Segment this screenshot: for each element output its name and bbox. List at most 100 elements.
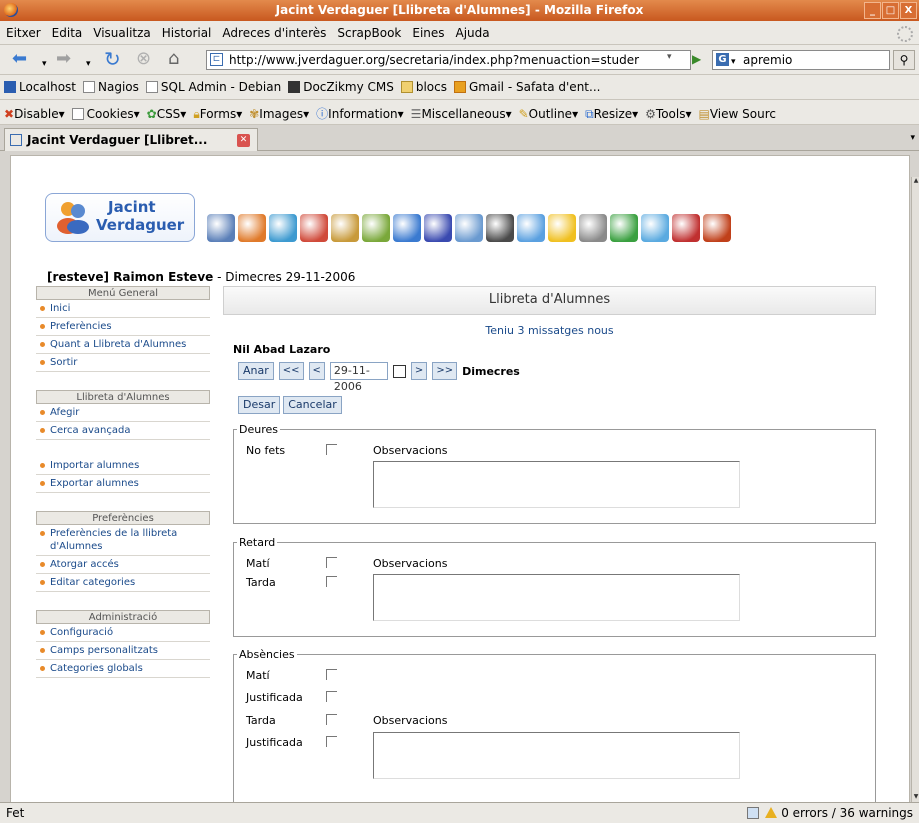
save-button[interactable]: Desar	[238, 396, 281, 414]
notes-app-icon[interactable]	[362, 214, 390, 242]
sidebar-item-afegir[interactable]: Afegir	[36, 404, 210, 422]
webdev-images[interactable]: ✾Images▾	[245, 102, 312, 121]
webdev-disable[interactable]: ✖Disable▾	[0, 102, 68, 121]
back-icon[interactable]: ⬅	[12, 49, 27, 69]
scroll-up-icon[interactable]: ▲	[912, 177, 919, 186]
forward-dropdown-icon[interactable]: ▾	[86, 54, 91, 74]
messages-link[interactable]: Teniu 3 missatges nous	[223, 324, 876, 337]
checkbox-justificada-tarda[interactable]	[326, 736, 337, 747]
webdev-css[interactable]: ✿CSS▾	[143, 102, 190, 121]
webdev-miscellaneous[interactable]: ☰Miscellaneous▾	[407, 102, 515, 121]
engine-dropdown-icon[interactable]: ▾	[731, 53, 736, 71]
checkbox-mati-retard[interactable]	[326, 557, 337, 568]
prev-date-button[interactable]: <	[308, 362, 325, 380]
sidebar-item-about[interactable]: Quant a Llibreta d'Alumnes	[36, 336, 210, 354]
sidebar-item-camps[interactable]: Camps personalitzats	[36, 642, 210, 660]
observacions-absencies-textarea[interactable]	[373, 732, 740, 779]
bookmark-localhost[interactable]: Localhost	[0, 75, 79, 94]
sidebar-item-exportar[interactable]: Exportar alumnes	[36, 475, 210, 493]
database-app-icon[interactable]	[424, 214, 452, 242]
calendar-icon[interactable]	[392, 364, 406, 378]
sidebar-item-configuracio[interactable]: Configuració	[36, 624, 210, 642]
clock-app-icon[interactable]	[517, 214, 545, 242]
checkbox-tarda-absencia[interactable]	[326, 714, 337, 725]
menu-bookmarks[interactable]: Adreces d'interès	[216, 21, 331, 40]
flag-app-icon[interactable]	[672, 214, 700, 242]
back-dropdown-icon[interactable]: ▾	[42, 54, 47, 74]
menu-history[interactable]: Historial	[156, 21, 217, 40]
tab-llibreta[interactable]: Jacint Verdaguer [Llibret... ✕	[4, 128, 258, 152]
bookmark-sql-admin[interactable]: SQL Admin - Debian	[142, 75, 284, 94]
date-input[interactable]: 29-11-2006	[329, 362, 388, 393]
page-info-icon[interactable]	[747, 807, 759, 819]
bookmark-doczikmy[interactable]: DocZikmy CMS	[284, 75, 397, 94]
cancel-button[interactable]: Cancelar	[283, 396, 342, 414]
tab-list-icon[interactable]: ▾	[910, 133, 915, 143]
menu-edit[interactable]: Edita	[46, 21, 88, 40]
calendar-app-icon[interactable]	[269, 214, 297, 242]
minimize-button[interactable]: _	[864, 2, 881, 19]
webdev-view-source[interactable]: ▤View Sourc	[695, 102, 779, 121]
checkbox-tarda-retard[interactable]	[326, 576, 337, 587]
stop-icon[interactable]: ⊗	[136, 49, 151, 69]
menu-file[interactable]: Eitxer	[0, 21, 46, 40]
reload-icon[interactable]: ↻	[104, 49, 121, 69]
google-engine-icon[interactable]: G	[716, 53, 729, 66]
first-date-button[interactable]: <<	[278, 362, 304, 380]
home-app-icon[interactable]	[238, 214, 266, 242]
observacions-retard-textarea[interactable]	[373, 574, 740, 621]
chart-app-icon[interactable]	[610, 214, 638, 242]
webdev-cookies[interactable]: Cookies▾	[68, 102, 143, 121]
tree-app-icon[interactable]	[486, 214, 514, 242]
site-logo[interactable]: Jacint Verdaguer	[45, 193, 195, 242]
settings-app-icon[interactable]	[455, 214, 483, 242]
star-app-icon[interactable]	[548, 214, 576, 242]
checkbox-mati-absencia[interactable]	[326, 669, 337, 680]
scroll-down-icon[interactable]: ▼	[912, 793, 919, 802]
bookmark-blocs[interactable]: blocs	[397, 75, 450, 94]
checkbox-no-fets[interactable]	[326, 444, 337, 455]
sidebar-item-pref-llibreta[interactable]: Preferències de la llibreta d'Alumnes	[36, 525, 210, 556]
close-window-button[interactable]: X	[900, 2, 917, 19]
sidebar-item-atorgar[interactable]: Atorgar accés	[36, 556, 210, 574]
menu-help[interactable]: Ajuda	[450, 21, 495, 40]
menu-scrapbook[interactable]: ScrapBook	[331, 21, 406, 40]
webdev-forms[interactable]: 🔒︎Forms▾	[189, 102, 245, 122]
observacions-deures-textarea[interactable]	[373, 461, 740, 508]
bookmark-nagios[interactable]: Nagios	[79, 75, 142, 94]
users-app-icon[interactable]	[300, 214, 328, 242]
search-input[interactable]: G ▾ apremio	[712, 50, 890, 70]
close-tab-icon[interactable]: ✕	[237, 134, 250, 147]
contacts-app-icon[interactable]	[331, 214, 359, 242]
sidebar-item-cerca[interactable]: Cerca avançada	[36, 422, 210, 440]
sidebar-item-sortir[interactable]: Sortir	[36, 354, 210, 372]
home-icon[interactable]: ⌂	[168, 49, 179, 69]
globe-app-icon[interactable]	[393, 214, 421, 242]
search-icon[interactable]: ⚲	[893, 50, 915, 70]
next-date-button[interactable]: >	[410, 362, 428, 380]
menu-view[interactable]: Visualitza	[87, 21, 156, 40]
vertical-scrollbar[interactable]: ▲ ▼	[911, 177, 919, 802]
calculator-app-icon[interactable]	[207, 214, 235, 242]
docs-app-icon[interactable]	[579, 214, 607, 242]
checkbox-justificada-mati[interactable]	[326, 691, 337, 702]
sidebar-item-categories-globals[interactable]: Categories globals	[36, 660, 210, 678]
menu-tools[interactable]: Eines	[406, 21, 449, 40]
maximize-button[interactable]: □	[882, 2, 899, 19]
url-dropdown-icon[interactable]: ▾	[667, 52, 672, 62]
webdev-outline[interactable]: ✎Outline▾	[515, 102, 582, 121]
error-console-status[interactable]: 0 errors / 36 warnings	[765, 806, 913, 820]
sidebar-item-preferencies[interactable]: Preferències	[36, 318, 210, 336]
sidebar-item-inici[interactable]: Inici	[36, 300, 210, 318]
go-date-button[interactable]: Anar	[238, 362, 274, 380]
webdev-resize[interactable]: ⧉Resize▾	[581, 102, 641, 122]
go-button[interactable]: ▶	[692, 52, 701, 66]
forward-icon[interactable]: ➡	[56, 49, 71, 69]
url-input[interactable]: ⊏ http://www.jverdaguer.org/secretaria/i…	[206, 50, 691, 70]
webdev-information[interactable]: ⓘInformation▾	[312, 100, 407, 122]
last-date-button[interactable]: >>	[432, 362, 458, 380]
chat-app-icon[interactable]	[641, 214, 669, 242]
webdev-tools[interactable]: ⚙Tools▾	[641, 102, 694, 121]
bookmark-gmail[interactable]: Gmail - Safata d'ent...	[450, 75, 603, 94]
logout-app-icon[interactable]	[703, 214, 731, 242]
